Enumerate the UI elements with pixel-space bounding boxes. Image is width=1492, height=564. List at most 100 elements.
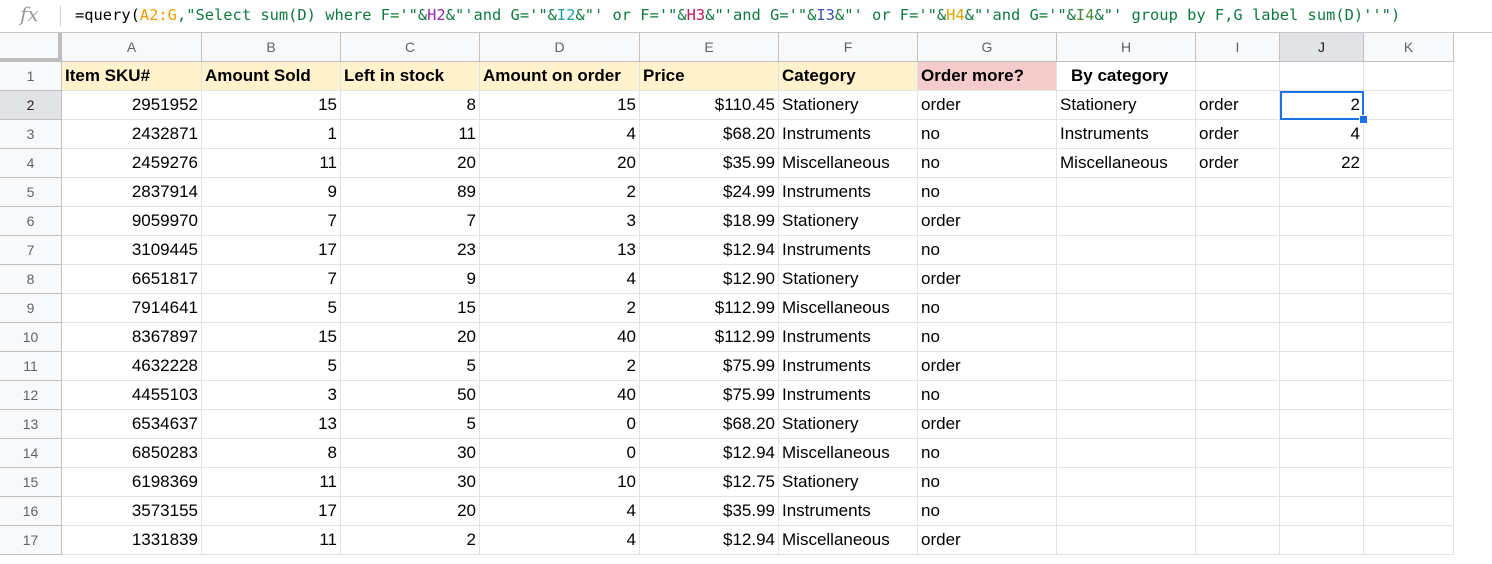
row-header[interactable]: 11 bbox=[0, 352, 62, 381]
table-cell[interactable]: 11 bbox=[202, 526, 341, 555]
table-cell[interactable] bbox=[1057, 323, 1196, 352]
table-cell[interactable]: Miscellaneous bbox=[779, 294, 918, 323]
table-cell[interactable] bbox=[1196, 381, 1280, 410]
table-cell[interactable] bbox=[1057, 468, 1196, 497]
table-cell[interactable]: 7914641 bbox=[62, 294, 202, 323]
row-header[interactable]: 6 bbox=[0, 207, 62, 236]
table-cell[interactable]: no bbox=[918, 468, 1057, 497]
table-cell[interactable]: 11 bbox=[202, 468, 341, 497]
table-cell[interactable] bbox=[1057, 265, 1196, 294]
table-cell[interactable] bbox=[1196, 294, 1280, 323]
table-cell[interactable]: 20 bbox=[341, 149, 480, 178]
table-cell[interactable]: 5 bbox=[202, 294, 341, 323]
table-cell[interactable]: 7 bbox=[341, 207, 480, 236]
column-header-c[interactable]: C bbox=[341, 33, 480, 62]
table-cell[interactable]: order bbox=[1196, 120, 1280, 149]
header-cell[interactable] bbox=[1364, 62, 1454, 91]
row-header[interactable]: 13 bbox=[0, 410, 62, 439]
select-all-corner[interactable] bbox=[0, 33, 62, 62]
table-cell[interactable]: 4 bbox=[1280, 120, 1364, 149]
table-cell[interactable]: 5 bbox=[341, 410, 480, 439]
header-cell[interactable]: By category bbox=[1057, 62, 1196, 91]
row-header[interactable]: 3 bbox=[0, 120, 62, 149]
header-cell[interactable] bbox=[1196, 62, 1280, 91]
table-cell[interactable]: Instruments bbox=[779, 178, 918, 207]
table-cell[interactable] bbox=[1364, 497, 1454, 526]
table-cell[interactable]: 3109445 bbox=[62, 236, 202, 265]
table-cell[interactable]: Stationery bbox=[1057, 91, 1196, 120]
table-cell[interactable]: 4 bbox=[480, 265, 640, 294]
table-cell[interactable]: 2 bbox=[1280, 91, 1364, 120]
table-cell[interactable] bbox=[1364, 323, 1454, 352]
table-cell[interactable] bbox=[1364, 91, 1454, 120]
table-cell[interactable]: $35.99 bbox=[640, 497, 779, 526]
fill-handle[interactable] bbox=[1359, 115, 1368, 124]
table-cell[interactable]: 2 bbox=[341, 526, 480, 555]
table-cell[interactable]: order bbox=[1196, 91, 1280, 120]
table-cell[interactable] bbox=[1057, 410, 1196, 439]
table-cell[interactable]: Instruments bbox=[779, 120, 918, 149]
table-cell[interactable] bbox=[1364, 352, 1454, 381]
table-cell[interactable]: 8 bbox=[341, 91, 480, 120]
header-cell[interactable]: Amount Sold bbox=[202, 62, 341, 91]
table-cell[interactable] bbox=[1196, 178, 1280, 207]
table-cell[interactable]: Instruments bbox=[1057, 120, 1196, 149]
table-cell[interactable]: 6651817 bbox=[62, 265, 202, 294]
table-cell[interactable] bbox=[1057, 381, 1196, 410]
row-header[interactable]: 8 bbox=[0, 265, 62, 294]
table-cell[interactable]: Miscellaneous bbox=[1057, 149, 1196, 178]
table-cell[interactable] bbox=[1364, 294, 1454, 323]
row-header[interactable]: 10 bbox=[0, 323, 62, 352]
table-cell[interactable]: 6534637 bbox=[62, 410, 202, 439]
table-cell[interactable]: 10 bbox=[480, 468, 640, 497]
table-cell[interactable]: 3 bbox=[480, 207, 640, 236]
table-cell[interactable] bbox=[1364, 265, 1454, 294]
column-header-j[interactable]: J bbox=[1280, 33, 1364, 62]
table-cell[interactable]: 17 bbox=[202, 497, 341, 526]
table-cell[interactable]: order bbox=[918, 91, 1057, 120]
table-cell[interactable]: Miscellaneous bbox=[779, 439, 918, 468]
table-cell[interactable] bbox=[1280, 323, 1364, 352]
table-cell[interactable]: Miscellaneous bbox=[779, 526, 918, 555]
table-cell[interactable]: no bbox=[918, 439, 1057, 468]
table-cell[interactable]: 9 bbox=[341, 265, 480, 294]
table-cell[interactable]: $24.99 bbox=[640, 178, 779, 207]
column-header-i[interactable]: I bbox=[1196, 33, 1280, 62]
table-cell[interactable]: 8367897 bbox=[62, 323, 202, 352]
table-cell[interactable]: $112.99 bbox=[640, 323, 779, 352]
table-cell[interactable]: 4 bbox=[480, 526, 640, 555]
table-cell[interactable]: Stationery bbox=[779, 468, 918, 497]
table-cell[interactable]: 9 bbox=[202, 178, 341, 207]
table-cell[interactable] bbox=[1057, 236, 1196, 265]
table-cell[interactable]: $35.99 bbox=[640, 149, 779, 178]
table-cell[interactable]: order bbox=[918, 352, 1057, 381]
table-cell[interactable]: $68.20 bbox=[640, 120, 779, 149]
table-cell[interactable]: no bbox=[918, 120, 1057, 149]
table-cell[interactable]: 20 bbox=[480, 149, 640, 178]
table-cell[interactable]: 15 bbox=[480, 91, 640, 120]
table-cell[interactable]: order bbox=[918, 526, 1057, 555]
table-cell[interactable]: 13 bbox=[202, 410, 341, 439]
table-cell[interactable]: $18.99 bbox=[640, 207, 779, 236]
table-cell[interactable]: 2 bbox=[480, 352, 640, 381]
table-cell[interactable]: order bbox=[918, 207, 1057, 236]
table-cell[interactable] bbox=[1057, 207, 1196, 236]
table-cell[interactable]: 89 bbox=[341, 178, 480, 207]
table-cell[interactable] bbox=[1057, 439, 1196, 468]
table-cell[interactable] bbox=[1196, 207, 1280, 236]
table-cell[interactable]: 1 bbox=[202, 120, 341, 149]
table-cell[interactable] bbox=[1057, 178, 1196, 207]
table-cell[interactable]: 8 bbox=[202, 439, 341, 468]
table-cell[interactable] bbox=[1280, 381, 1364, 410]
table-cell[interactable]: no bbox=[918, 381, 1057, 410]
table-cell[interactable]: 0 bbox=[480, 410, 640, 439]
table-cell[interactable]: 7 bbox=[202, 207, 341, 236]
row-header[interactable]: 7 bbox=[0, 236, 62, 265]
table-cell[interactable] bbox=[1364, 410, 1454, 439]
table-cell[interactable]: 6850283 bbox=[62, 439, 202, 468]
table-cell[interactable]: 2 bbox=[480, 178, 640, 207]
table-cell[interactable]: $12.94 bbox=[640, 439, 779, 468]
header-cell[interactable] bbox=[1280, 62, 1364, 91]
table-cell[interactable]: 40 bbox=[480, 381, 640, 410]
table-cell[interactable]: order bbox=[1196, 149, 1280, 178]
